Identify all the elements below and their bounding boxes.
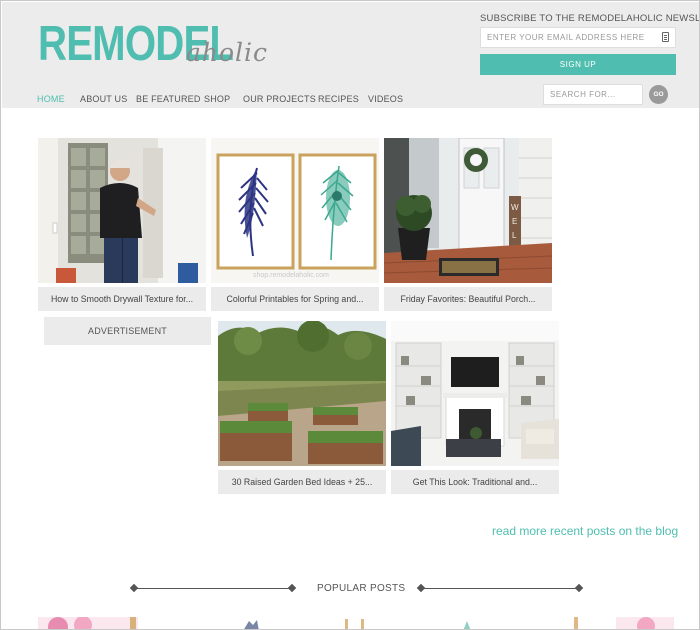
popular-post-thumb-5[interactable]: [566, 617, 674, 629]
svg-text:E: E: [512, 217, 517, 226]
nav-item-about-us[interactable]: ABOUT US: [80, 94, 127, 104]
divider-left-end-dot: [287, 583, 297, 593]
post-caption-garden[interactable]: 30 Raised Garden Bed Ideas + 25...: [218, 470, 386, 494]
popular-posts-title: POPULAR POSTS: [317, 583, 406, 594]
post-caption-porch[interactable]: Friday Favorites: Beautiful Porch...: [384, 287, 552, 311]
drywall-photo: [38, 138, 206, 283]
page: REMODEL aholic SUBSCRIBE TO THE REMODELA…: [0, 0, 700, 630]
svg-text:W: W: [511, 203, 519, 212]
email-placeholder: ENTER YOUR EMAIL ADDRESS HERE: [487, 33, 645, 42]
email-field[interactable]: ENTER YOUR EMAIL ADDRESS HERE: [480, 27, 676, 48]
popular-thumb-4-image: [451, 617, 481, 629]
popular-thumb-3-image: [341, 617, 371, 629]
popular-post-thumb-3[interactable]: [341, 617, 371, 629]
post-caption-drywall[interactable]: How to Smooth Drywall Texture for...: [38, 287, 206, 311]
post-image-porch[interactable]: WEL: [384, 138, 552, 283]
popular-thumb-5-image: [566, 617, 674, 629]
porch-photo: WEL: [384, 138, 552, 283]
feather-printables-photo: shop.remodelaholic.com: [211, 138, 379, 283]
post-image-printables[interactable]: shop.remodelaholic.com: [211, 138, 379, 283]
read-more-link[interactable]: read more recent posts on the blog: [492, 524, 678, 538]
watermark-text: shop.remodelaholic.com: [253, 272, 329, 279]
divider-left-line: [134, 588, 292, 589]
garden-photo: [218, 321, 386, 466]
post-caption-living-room[interactable]: Get This Look: Traditional and...: [391, 470, 559, 494]
popular-thumb-2-image: [231, 617, 271, 629]
nav-item-our-projects[interactable]: OUR PROJECTS: [243, 94, 316, 104]
nav-item-videos[interactable]: VIDEOS: [368, 94, 403, 104]
svg-text:L: L: [512, 231, 517, 240]
address-card-icon: [662, 32, 669, 42]
search-go-button[interactable]: GO: [649, 85, 668, 104]
popular-thumb-1-image: [38, 617, 138, 629]
popular-post-thumb-2[interactable]: [231, 617, 271, 629]
signup-button[interactable]: SIGN UP: [480, 54, 676, 75]
post-image-drywall[interactable]: [38, 138, 206, 283]
post-image-living-room[interactable]: [391, 321, 559, 466]
logo-script-text: aholic: [186, 38, 269, 67]
popular-post-thumb-4[interactable]: [451, 617, 481, 629]
nav-item-shop[interactable]: SHOP: [204, 94, 230, 104]
post-caption-printables[interactable]: Colorful Printables for Spring and...: [211, 287, 379, 311]
living-room-photo: [391, 321, 559, 466]
search-placeholder: SEARCH FOR...: [550, 90, 616, 99]
nav-item-be-featured[interactable]: BE FEATURED: [136, 94, 201, 104]
search-input[interactable]: SEARCH FOR...: [543, 84, 643, 105]
advertisement-label: ADVERTISEMENT: [44, 317, 211, 345]
popular-post-thumb-1[interactable]: [38, 617, 138, 629]
nav-item-recipes[interactable]: RECIPES: [318, 94, 359, 104]
nav-item-home[interactable]: HOME: [37, 94, 65, 104]
newsletter-title: SUBSCRIBE TO THE REMODELAHOLIC NEWSLETTE…: [480, 13, 700, 24]
divider-right-end-dot: [574, 583, 584, 593]
divider-right-line: [421, 588, 579, 589]
post-image-garden[interactable]: [218, 321, 386, 466]
